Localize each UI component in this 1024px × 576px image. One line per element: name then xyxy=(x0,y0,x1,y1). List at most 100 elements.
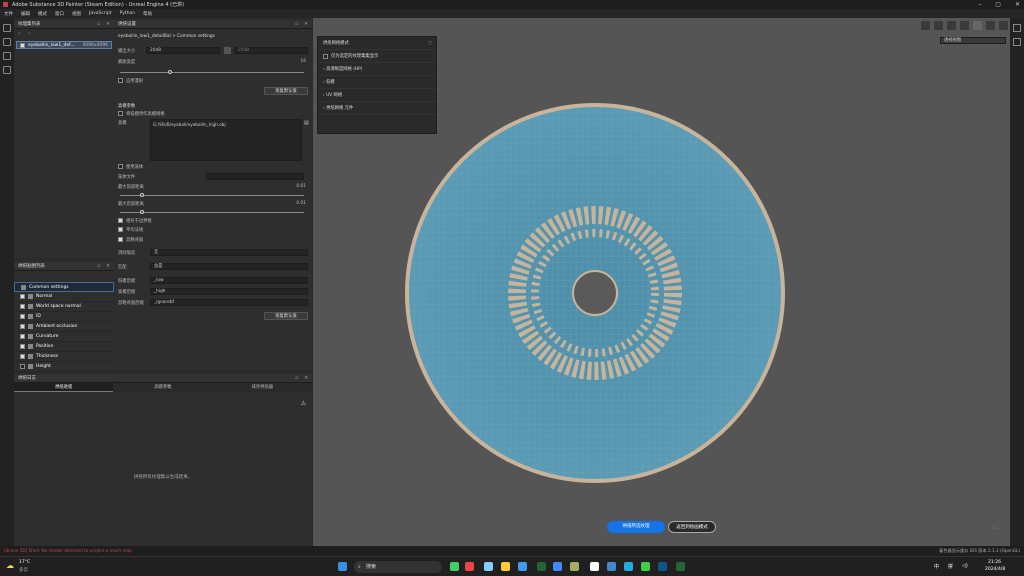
map-checkbox[interactable] xyxy=(20,304,25,309)
menu-mode[interactable]: 模式 xyxy=(38,11,47,17)
app-icon[interactable] xyxy=(518,562,527,571)
dilation-slider[interactable] xyxy=(120,70,304,74)
screenshot-icon[interactable] xyxy=(999,21,1008,30)
map-checkbox[interactable] xyxy=(20,364,25,369)
reset-defaults-button[interactable]: 恢复默认值 xyxy=(264,87,308,95)
folder-icon[interactable]: ▤ xyxy=(304,120,309,126)
map-item[interactable]: Curvature xyxy=(14,332,114,342)
export-icon[interactable] xyxy=(3,24,11,32)
overlay-row[interactable]: 仅为选定的纹理集集显示 xyxy=(318,50,436,63)
max-front-slider[interactable] xyxy=(120,193,304,197)
map-item[interactable]: Common settings xyxy=(14,282,114,292)
tab-bake-progress[interactable]: 烘焙进程 xyxy=(14,383,114,392)
close-icon[interactable]: ✕ xyxy=(106,264,110,269)
ignore-backface-checkbox[interactable] xyxy=(118,237,123,242)
windows-start-icon[interactable] xyxy=(338,562,347,571)
slider-knob[interactable] xyxy=(168,70,172,74)
redo-icon[interactable]: ↷ xyxy=(27,31,30,36)
app-icon[interactable] xyxy=(553,562,562,571)
tab-hp-params[interactable]: 高模参数 xyxy=(113,383,212,392)
low-suffix-field[interactable]: _low xyxy=(150,277,308,284)
hide-icon[interactable]: ◌ xyxy=(428,41,432,46)
match-select[interactable]: 总是 xyxy=(150,263,308,270)
ime-lang[interactable]: 中 xyxy=(934,563,939,570)
ignore-suffix-field[interactable]: _ignorebf xyxy=(150,299,308,306)
menu-window[interactable]: 窗口 xyxy=(55,11,64,17)
float-icon[interactable]: ▫ xyxy=(295,22,298,27)
app-icon[interactable] xyxy=(570,562,579,571)
use-low-as-high-checkbox[interactable] xyxy=(118,111,123,116)
map-checkbox[interactable] xyxy=(20,324,25,329)
menu-help[interactable]: 帮助 xyxy=(143,11,152,17)
max-rear-slider[interactable] xyxy=(120,210,304,214)
weather-icon[interactable]: ☁ xyxy=(6,561,14,570)
visibility-checkbox[interactable] xyxy=(20,42,25,48)
maximize-icon[interactable]: ▢ xyxy=(995,0,1001,9)
average-normals-checkbox[interactable] xyxy=(118,227,123,232)
steam-icon[interactable] xyxy=(658,562,667,571)
hp-mesh-path-field[interactable]: G:/Sfs/B/eyeball/eyeballin_high.obj xyxy=(150,119,302,161)
use-cage-checkbox[interactable] xyxy=(118,164,123,169)
menu-python[interactable]: Python xyxy=(120,11,136,16)
tab-sort-bakers[interactable]: 排序烘焙器 xyxy=(213,383,312,392)
camera-icon[interactable] xyxy=(947,21,956,30)
overlay-checkbox[interactable] xyxy=(323,53,328,59)
overlay-row[interactable]: › 低模 xyxy=(318,76,436,89)
minimize-icon[interactable]: – xyxy=(978,0,981,9)
app-icon[interactable] xyxy=(590,562,599,571)
cage-file-field[interactable] xyxy=(206,173,304,180)
bake-mode-icon[interactable] xyxy=(973,21,982,30)
float-icon[interactable]: ▫ xyxy=(295,376,298,381)
antialias-select[interactable]: 无 xyxy=(150,249,308,256)
map-item[interactable]: Ambient occlusion xyxy=(14,322,114,332)
folder-icon[interactable] xyxy=(501,562,510,571)
app-icon[interactable] xyxy=(484,562,493,571)
close-icon[interactable]: ✕ xyxy=(106,22,110,27)
app-icon[interactable] xyxy=(624,562,633,571)
undo-icon[interactable]: ↶ xyxy=(18,31,21,36)
app-icon[interactable] xyxy=(607,562,616,571)
shelf-icon[interactable] xyxy=(3,52,11,60)
lock-icon[interactable] xyxy=(224,47,231,54)
camera-select[interactable]: 透视视图 xyxy=(940,37,1006,44)
taskbar-search[interactable]: ⌕ 搜索 xyxy=(354,561,442,573)
painter-active-icon[interactable] xyxy=(676,562,685,571)
close-icon[interactable]: ✕ xyxy=(304,376,308,381)
map-item[interactable]: Height xyxy=(14,362,114,372)
map-item[interactable]: Position xyxy=(14,342,114,352)
bake-selected-button[interactable]: 烘焙所选纹理 xyxy=(607,521,665,533)
volume-icon[interactable]: ◁) xyxy=(962,563,968,569)
map-item[interactable]: Thickness xyxy=(14,352,114,362)
map-item[interactable]: World space normal xyxy=(14,302,114,312)
texture-set-item[interactable]: eyeballin_low1_def... 4096x4096 xyxy=(16,41,112,49)
reset-defaults-button[interactable]: 恢复默认值 xyxy=(264,312,308,320)
menu-file[interactable]: 文件 xyxy=(4,11,13,17)
diffusion-checkbox[interactable] xyxy=(118,78,123,83)
display-icon[interactable] xyxy=(934,21,943,30)
map-item[interactable]: Normal xyxy=(14,292,114,302)
render-icon[interactable] xyxy=(960,21,969,30)
overlay-row[interactable]: › 高清晰度网格 (HP) xyxy=(318,63,436,76)
app-icon[interactable] xyxy=(465,562,474,571)
menu-view[interactable]: 视图 xyxy=(72,11,81,17)
layout-icon[interactable] xyxy=(921,21,930,30)
viewport[interactable]: 透视视图 烘焙网格模式 ◌ 仅为选定的纹理集集显示 › 高清晰度网格 (HP) ›… xyxy=(313,18,1010,546)
map-checkbox[interactable] xyxy=(20,354,25,359)
app-icon[interactable] xyxy=(450,562,459,571)
brush-icon[interactable] xyxy=(986,21,995,30)
settings-icon[interactable] xyxy=(1013,38,1021,46)
relative-bbox-checkbox[interactable] xyxy=(118,218,123,223)
slider-knob[interactable] xyxy=(140,193,144,197)
map-checkbox[interactable] xyxy=(20,314,25,319)
wechat-icon[interactable] xyxy=(641,562,650,571)
high-suffix-field[interactable]: _high xyxy=(150,288,308,295)
map-checkbox[interactable] xyxy=(20,334,25,339)
layers-icon[interactable] xyxy=(3,38,11,46)
close-icon[interactable]: ✕ xyxy=(304,22,308,27)
properties-icon[interactable] xyxy=(1013,24,1021,32)
float-icon[interactable]: ▫ xyxy=(97,22,100,27)
close-icon[interactable]: ✕ xyxy=(1015,0,1020,9)
map-checkbox[interactable] xyxy=(20,344,25,349)
map-item[interactable]: ID xyxy=(14,312,114,322)
document-icon[interactable] xyxy=(3,66,11,74)
